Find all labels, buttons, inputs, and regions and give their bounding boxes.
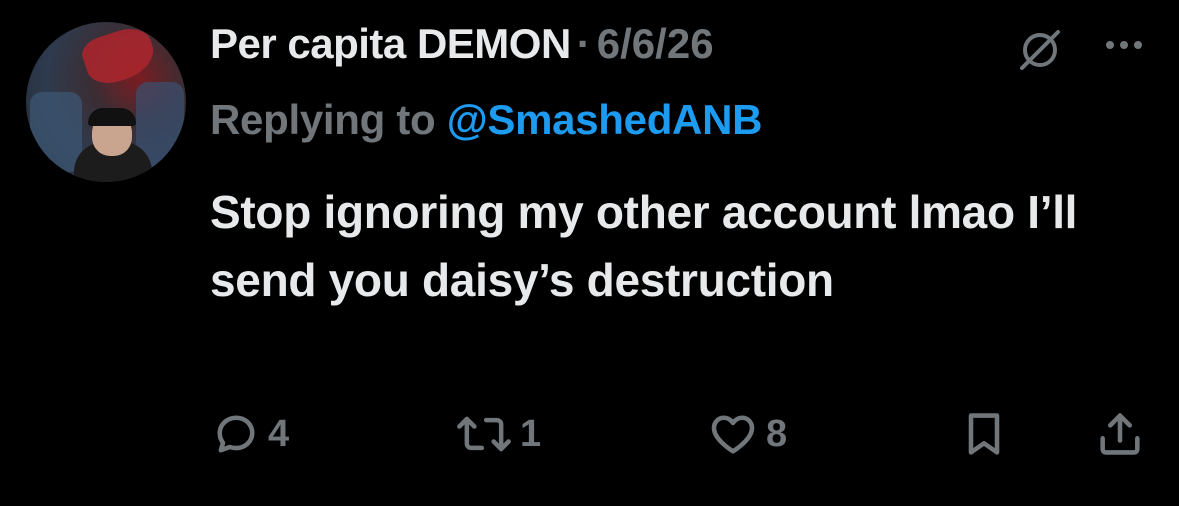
replying-to-label: Replying to [210, 96, 436, 143]
reply-button[interactable]: 4 [210, 404, 289, 464]
action-bar: 4 1 8 [210, 404, 1160, 464]
bookmark-button[interactable] [958, 404, 1010, 464]
share-button[interactable] [1094, 404, 1146, 464]
reply-icon [217, 415, 255, 453]
retweet-count: 1 [520, 412, 542, 455]
share-icon [1100, 413, 1140, 455]
display-name[interactable]: Per capita DEMON [210, 20, 571, 68]
reply-handle-link[interactable]: @SmashedANB [447, 96, 763, 143]
replying-to: Replying to @SmashedANB [210, 96, 762, 144]
tweet-text: Stop ignoring my other account lmao I’ll… [210, 186, 1078, 306]
tweet-header: Per capita DEMON · 6/6/26 [210, 20, 714, 76]
reply-count: 4 [268, 412, 290, 455]
retweet-icon [457, 416, 511, 452]
more-icon[interactable] [1100, 30, 1148, 60]
header-separator: · [576, 20, 591, 67]
grok-icon[interactable] [1016, 26, 1064, 74]
tweet-date[interactable]: 6/6/26 [597, 20, 714, 68]
like-button[interactable]: 8 [706, 404, 787, 464]
like-count: 8 [766, 412, 788, 455]
heart-icon [711, 415, 755, 454]
avatar[interactable] [26, 22, 186, 182]
retweet-button[interactable]: 1 [454, 404, 541, 464]
bookmark-icon [968, 413, 1000, 455]
